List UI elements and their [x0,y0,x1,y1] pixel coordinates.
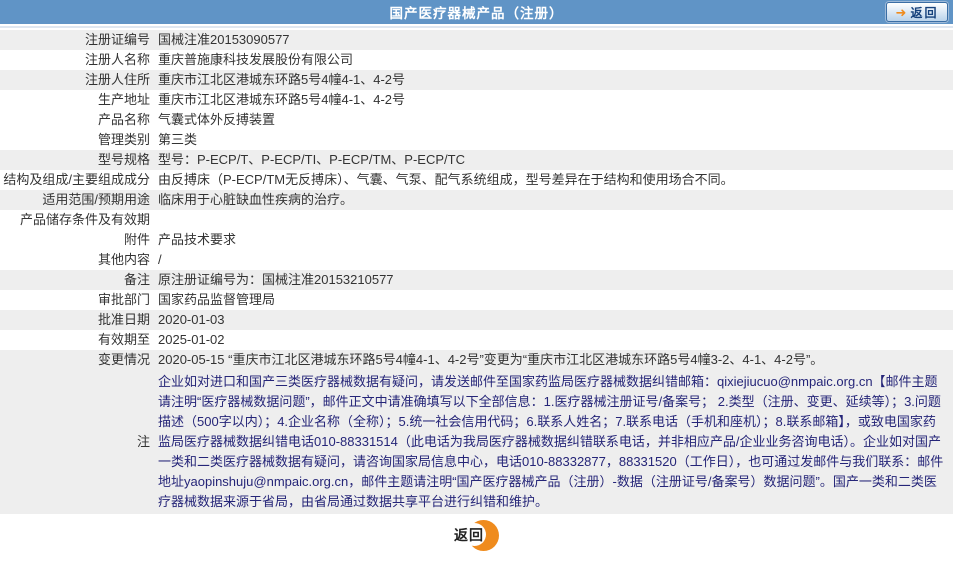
back-button-top[interactable]: ➜ 返回 [886,2,948,22]
field-value: 第三类 [158,132,198,147]
field-label: 备注 [123,272,150,287]
field-value: 2020-05-15 “重庆市江北区港城东环路5号4幢4-1、4-2号”变更为“… [158,352,824,367]
field-label: 结构及组成/主要组成成分 [3,172,150,187]
field-value [158,210,953,230]
table-row-valid_until: 有效期至 2025-01-02 [0,330,953,350]
field-value: 重庆市江北区港城东环路5号4幢4-1、4-2号 [158,72,406,87]
field-value: 国械注准20153090577 [158,32,290,47]
table-row-other_content: 其他内容 / [0,250,953,270]
table-row-reg_cert_no: 注册证编号 国械注准20153090577 [0,30,953,50]
title-bar: 国产医疗器械产品（注册） ➜ 返回 [0,0,953,24]
table-row-intended_use: 适用范围/预期用途 临床用于心脏缺血性疾病的治疗。 [0,190,953,210]
field-value: 重庆市江北区港城东环路5号4幢4-1、4-2号 [158,92,406,107]
field-value: 产品技术要求 [158,232,237,247]
field-value: / [158,252,162,267]
field-label: 其他内容 [97,252,150,267]
field-label: 附件 [123,232,150,247]
table-row-note: 注 企业如对进口和国产三类医疗器械数据有疑问，请发送邮件至国家药监局医疗器械数据… [0,370,953,514]
field-value: 国家药品监督管理局 [158,292,276,307]
field-value: 型号：P-ECP/T、P-ECP/TI、P-ECP/TM、P-ECP/TC [158,152,465,167]
table-row-attachment: 附件 产品技术要求 [0,230,953,250]
field-value: 2025-01-02 [158,332,225,347]
back-button-bottom-label: 返回 [454,527,484,543]
field-value: 重庆普施康科技发展股份有限公司 [158,52,354,67]
field-label: 注册证编号 [84,32,150,47]
field-label: 批准日期 [97,312,150,327]
field-value: 2020-01-03 [158,312,225,327]
header-divider [0,26,953,28]
field-label: 产品储存条件及有效期 [19,212,150,227]
table-row-composition: 结构及组成/主要组成成分 由反搏床（P-ECP/TM无反搏床）、气囊、气泵、配气… [0,170,953,190]
field-label: 管理类别 [97,132,150,147]
page-title: 国产医疗器械产品（注册） [389,6,564,21]
table-row-changes: 变更情况 2020-05-15 “重庆市江北区港城东环路5号4幢4-1、4-2号… [0,350,953,370]
back-button-label: 返回 [910,5,939,20]
field-value: 气囊式体外反搏装置 [158,112,276,127]
field-label: 注 [136,434,150,449]
arrow-right-icon: ➜ [895,4,907,20]
table-row-reg_address: 注册人住所 重庆市江北区港城东环路5号4幢4-1、4-2号 [0,70,953,90]
table-row-prod_address: 生产地址 重庆市江北区港城东环路5号4幢4-1、4-2号 [0,90,953,110]
field-label: 生产地址 [97,92,150,107]
table-row-approval_date: 批准日期 2020-01-03 [0,310,953,330]
table-row-remark: 备注 原注册证编号为：国械注准20153210577 [0,270,953,290]
field-label: 有效期至 [97,332,150,347]
table-row-mgmt_class: 管理类别 第三类 [0,130,953,150]
field-label: 注册人名称 [84,52,150,67]
table-row-registrant: 注册人名称 重庆普施康科技发展股份有限公司 [0,50,953,70]
field-label: 产品名称 [97,112,150,127]
field-value: 企业如对进口和国产三类医疗器械数据有疑问，请发送邮件至国家药监局医疗器械数据纠错… [158,374,944,509]
field-label: 变更情况 [97,352,150,367]
field-value: 临床用于心脏缺血性疾病的治疗。 [158,192,354,207]
field-label: 适用范围/预期用途 [42,192,150,207]
footer: 返回 [0,517,953,553]
field-label: 审批部门 [97,292,150,307]
field-value: 由反搏床（P-ECP/TM无反搏床）、气囊、气泵、配气系统组成，型号差异在于结构… [158,172,734,187]
info-table: 注册证编号 国械注准20153090577 注册人名称 重庆普施康科技发展股份有… [0,30,953,514]
table-row-product_name: 产品名称 气囊式体外反搏装置 [0,110,953,130]
field-value: 原注册证编号为：国械注准20153210577 [158,272,394,287]
table-row-model_spec: 型号规格 型号：P-ECP/T、P-ECP/TI、P-ECP/TM、P-ECP/… [0,150,953,170]
field-label: 注册人住所 [84,72,150,87]
field-label: 型号规格 [97,152,150,167]
back-button-bottom[interactable]: 返回 [454,519,499,551]
table-row-storage: 产品储存条件及有效期 [0,210,953,230]
table-row-approval_dept: 审批部门 国家药品监督管理局 [0,290,953,310]
